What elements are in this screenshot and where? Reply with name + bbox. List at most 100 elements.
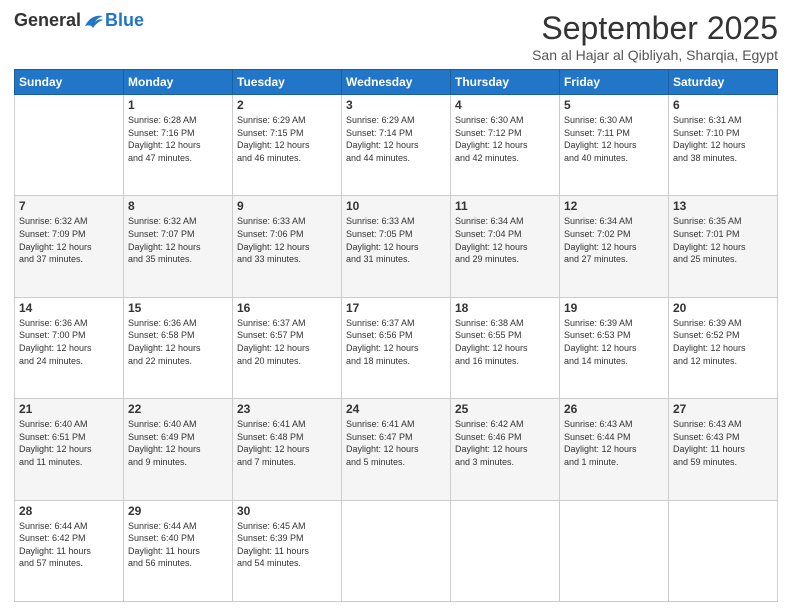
- day-info: Sunrise: 6:36 AM Sunset: 7:00 PM Dayligh…: [19, 317, 119, 367]
- month-title: September 2025: [532, 10, 778, 47]
- logo-blue-text: Blue: [105, 10, 144, 31]
- table-row: 15 Sunrise: 6:36 AM Sunset: 6:58 PM Dayli…: [124, 297, 233, 398]
- day-info: Sunrise: 6:33 AM Sunset: 7:06 PM Dayligh…: [237, 215, 337, 265]
- table-row: 12 Sunrise: 6:34 AM Sunset: 7:02 PM Dayli…: [560, 196, 669, 297]
- day-info: Sunrise: 6:28 AM Sunset: 7:16 PM Dayligh…: [128, 114, 228, 164]
- day-number: 27: [673, 402, 773, 416]
- day-number: 10: [346, 199, 446, 213]
- table-row: 30Sunrise: 6:45 AM Sunset: 6:39 PM Dayli…: [233, 500, 342, 601]
- table-row: [342, 500, 451, 601]
- day-number: 18: [455, 301, 555, 315]
- day-info: Sunrise: 6:30 AM Sunset: 7:11 PM Dayligh…: [564, 114, 664, 164]
- calendar-table: Sunday Monday Tuesday Wednesday Thursday…: [14, 69, 778, 602]
- calendar-week-row: 28 Sunrise: 6:44 AM Sunset: 6:42 PM Dayli…: [15, 500, 778, 601]
- table-row: 19 Sunrise: 6:39 AM Sunset: 6:53 PM Dayli…: [560, 297, 669, 398]
- day-info: Sunrise: 6:34 AM Sunset: 7:04 PM Dayligh…: [455, 215, 555, 265]
- day-info: Sunrise: 6:34 AM Sunset: 7:02 PM Dayligh…: [564, 215, 664, 265]
- day-number: 9: [237, 199, 337, 213]
- day-info: Sunrise: 6:31 AM Sunset: 7:10 PM Dayligh…: [673, 114, 773, 164]
- day-number: 15: [128, 301, 228, 315]
- day-number: 19: [564, 301, 664, 315]
- table-row: 18Sunrise: 6:38 AM Sunset: 6:55 PM Dayli…: [451, 297, 560, 398]
- table-row: 13 Sunrise: 6:35 AM Sunset: 7:01 PM Dayli…: [669, 196, 778, 297]
- day-info: Sunrise: 6:39 AM Sunset: 6:52 PM Dayligh…: [673, 317, 773, 367]
- header: General Blue September 2025 San al Hajar…: [14, 10, 778, 63]
- day-info: Sunrise: 6:36 AM Sunset: 6:58 PM Dayligh…: [128, 317, 228, 367]
- day-number: 29: [128, 504, 228, 518]
- day-number: 13: [673, 199, 773, 213]
- calendar-week-row: 1 Sunrise: 6:28 AM Sunset: 7:16 PM Daylig…: [15, 95, 778, 196]
- logo-bird-icon: [83, 12, 105, 30]
- col-friday: Friday: [560, 70, 669, 95]
- day-info: Sunrise: 6:32 AM Sunset: 7:07 PM Dayligh…: [128, 215, 228, 265]
- table-row: 16 Sunrise: 6:37 AM Sunset: 6:57 PM Dayli…: [233, 297, 342, 398]
- day-info: Sunrise: 6:45 AM Sunset: 6:39 PM Dayligh…: [237, 520, 337, 570]
- calendar-week-row: 7 Sunrise: 6:32 AM Sunset: 7:09 PM Daylig…: [15, 196, 778, 297]
- day-info: Sunrise: 6:33 AM Sunset: 7:05 PM Dayligh…: [346, 215, 446, 265]
- table-row: 3 Sunrise: 6:29 AM Sunset: 7:14 PM Daylig…: [342, 95, 451, 196]
- day-info: Sunrise: 6:44 AM Sunset: 6:40 PM Dayligh…: [128, 520, 228, 570]
- day-number: 5: [564, 98, 664, 112]
- day-info: Sunrise: 6:41 AM Sunset: 6:48 PM Dayligh…: [237, 418, 337, 468]
- table-row: 24 Sunrise: 6:41 AM Sunset: 6:47 PM Dayli…: [342, 399, 451, 500]
- table-row: 25 Sunrise: 6:42 AM Sunset: 6:46 PM Dayli…: [451, 399, 560, 500]
- day-number: 11: [455, 199, 555, 213]
- day-info: Sunrise: 6:41 AM Sunset: 6:47 PM Dayligh…: [346, 418, 446, 468]
- table-row: 7 Sunrise: 6:32 AM Sunset: 7:09 PM Daylig…: [15, 196, 124, 297]
- day-number: 3: [346, 98, 446, 112]
- day-info: Sunrise: 6:29 AM Sunset: 7:14 PM Dayligh…: [346, 114, 446, 164]
- day-number: 24: [346, 402, 446, 416]
- day-number: 12: [564, 199, 664, 213]
- day-number: 16: [237, 301, 337, 315]
- day-number: 7: [19, 199, 119, 213]
- table-row: 14 Sunrise: 6:36 AM Sunset: 7:00 PM Dayli…: [15, 297, 124, 398]
- table-row: [15, 95, 124, 196]
- title-block: September 2025 San al Hajar al Qibliyah,…: [532, 10, 778, 63]
- calendar-week-row: 21 Sunrise: 6:40 AM Sunset: 6:51 PM Dayli…: [15, 399, 778, 500]
- table-row: 5 Sunrise: 6:30 AM Sunset: 7:11 PM Daylig…: [560, 95, 669, 196]
- day-number: 28: [19, 504, 119, 518]
- table-row: 4 Sunrise: 6:30 AM Sunset: 7:12 PM Daylig…: [451, 95, 560, 196]
- day-info: Sunrise: 6:43 AM Sunset: 6:43 PM Dayligh…: [673, 418, 773, 468]
- col-sunday: Sunday: [15, 70, 124, 95]
- table-row: [451, 500, 560, 601]
- table-row: 29 Sunrise: 6:44 AM Sunset: 6:40 PM Dayli…: [124, 500, 233, 601]
- day-number: 21: [19, 402, 119, 416]
- day-info: Sunrise: 6:43 AM Sunset: 6:44 PM Dayligh…: [564, 418, 664, 468]
- table-row: [560, 500, 669, 601]
- col-wednesday: Wednesday: [342, 70, 451, 95]
- table-row: 28 Sunrise: 6:44 AM Sunset: 6:42 PM Dayli…: [15, 500, 124, 601]
- day-number: 6: [673, 98, 773, 112]
- day-info: Sunrise: 6:37 AM Sunset: 6:57 PM Dayligh…: [237, 317, 337, 367]
- day-info: Sunrise: 6:30 AM Sunset: 7:12 PM Dayligh…: [455, 114, 555, 164]
- day-info: Sunrise: 6:32 AM Sunset: 7:09 PM Dayligh…: [19, 215, 119, 265]
- day-number: 8: [128, 199, 228, 213]
- table-row: 17Sunrise: 6:37 AM Sunset: 6:56 PM Dayli…: [342, 297, 451, 398]
- logo-general-text: General: [14, 10, 81, 31]
- day-info: Sunrise: 6:40 AM Sunset: 6:51 PM Dayligh…: [19, 418, 119, 468]
- table-row: 8 Sunrise: 6:32 AM Sunset: 7:07 PM Daylig…: [124, 196, 233, 297]
- table-row: 11 Sunrise: 6:34 AM Sunset: 7:04 PM Dayli…: [451, 196, 560, 297]
- day-number: 25: [455, 402, 555, 416]
- day-number: 20: [673, 301, 773, 315]
- table-row: 10 Sunrise: 6:33 AM Sunset: 7:05 PM Dayli…: [342, 196, 451, 297]
- day-info: Sunrise: 6:40 AM Sunset: 6:49 PM Dayligh…: [128, 418, 228, 468]
- logo: General Blue: [14, 10, 144, 31]
- table-row: [669, 500, 778, 601]
- day-number: 22: [128, 402, 228, 416]
- col-monday: Monday: [124, 70, 233, 95]
- day-number: 4: [455, 98, 555, 112]
- table-row: 1 Sunrise: 6:28 AM Sunset: 7:16 PM Daylig…: [124, 95, 233, 196]
- day-info: Sunrise: 6:44 AM Sunset: 6:42 PM Dayligh…: [19, 520, 119, 570]
- day-info: Sunrise: 6:39 AM Sunset: 6:53 PM Dayligh…: [564, 317, 664, 367]
- table-row: 9 Sunrise: 6:33 AM Sunset: 7:06 PM Daylig…: [233, 196, 342, 297]
- day-info: Sunrise: 6:35 AM Sunset: 7:01 PM Dayligh…: [673, 215, 773, 265]
- page: General Blue September 2025 San al Hajar…: [0, 0, 792, 612]
- calendar-header-row: Sunday Monday Tuesday Wednesday Thursday…: [15, 70, 778, 95]
- day-number: 14: [19, 301, 119, 315]
- day-info: Sunrise: 6:37 AM Sunset: 6:56 PM Dayligh…: [346, 317, 446, 367]
- day-number: 1: [128, 98, 228, 112]
- day-info: Sunrise: 6:42 AM Sunset: 6:46 PM Dayligh…: [455, 418, 555, 468]
- table-row: 21 Sunrise: 6:40 AM Sunset: 6:51 PM Dayli…: [15, 399, 124, 500]
- table-row: 20 Sunrise: 6:39 AM Sunset: 6:52 PM Dayli…: [669, 297, 778, 398]
